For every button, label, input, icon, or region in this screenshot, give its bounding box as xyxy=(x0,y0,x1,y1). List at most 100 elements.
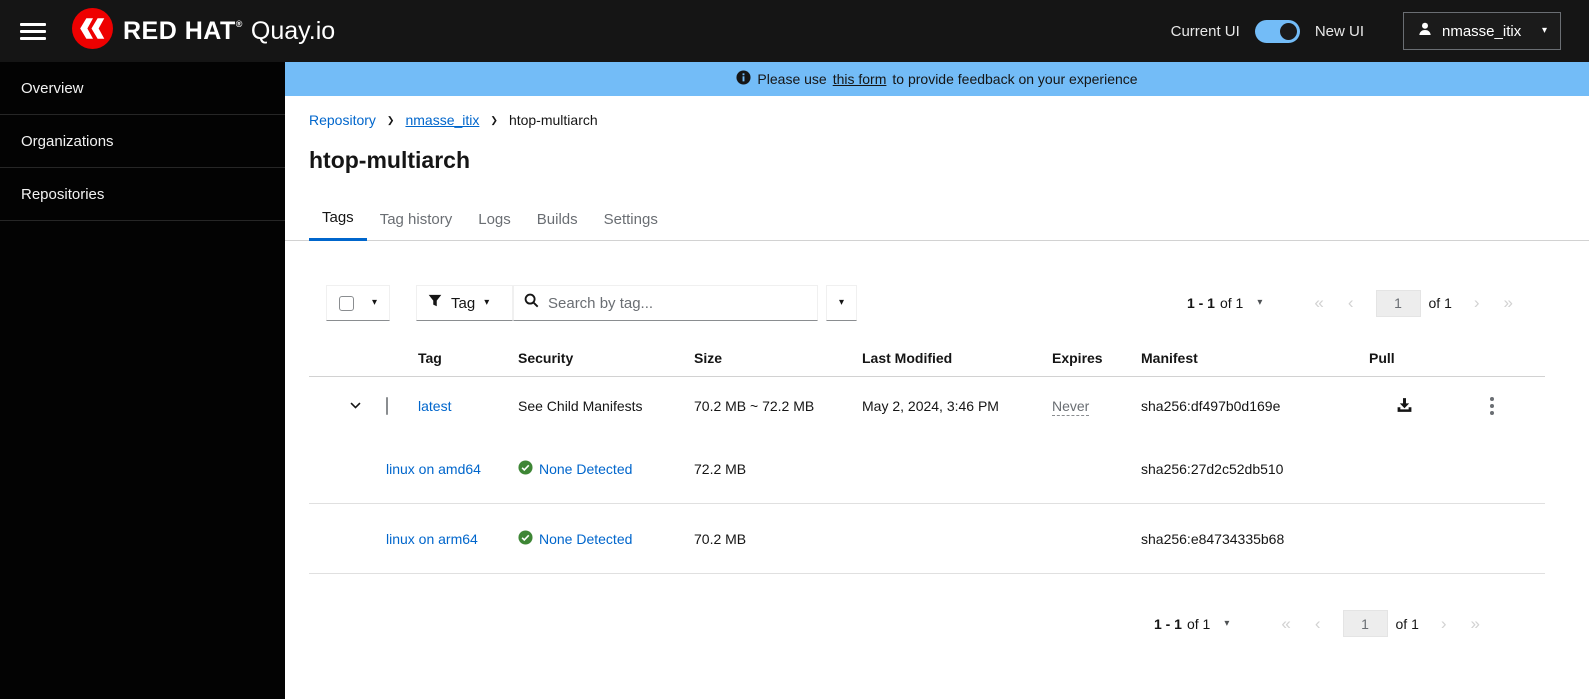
caret-down-icon: ▾ xyxy=(484,297,490,308)
top-bar: RED HAT® Quay.io Current UI New UI nmass… xyxy=(0,0,1589,62)
select-all-checkbox[interactable] xyxy=(339,295,354,311)
brand[interactable]: RED HAT® Quay.io xyxy=(72,8,335,54)
tag-link[interactable]: latest xyxy=(418,398,451,414)
page-count-label: of 1 xyxy=(1428,295,1452,311)
sidebar-nav: Overview Organizations Repositories xyxy=(0,62,285,699)
topbar-right: Current UI New UI nmasse_itix ▾ xyxy=(1171,12,1561,50)
download-icon[interactable] xyxy=(1396,397,1413,414)
search-box xyxy=(513,285,818,321)
page-title: htop-multiarch xyxy=(309,147,470,173)
manifest-cell: sha256:27d2c52db510 xyxy=(1141,460,1284,477)
tags-table: Tag Security Size Last Modified Expires … xyxy=(309,339,1545,574)
tab-tag-history[interactable]: Tag history xyxy=(367,199,466,241)
last-page-button[interactable]: » xyxy=(1459,614,1492,634)
column-header-pull: Pull xyxy=(1369,349,1395,366)
sidebar-item-overview[interactable]: Overview xyxy=(0,62,285,115)
ui-version-toggle[interactable] xyxy=(1254,19,1300,43)
caret-down-icon: ▾ xyxy=(1257,297,1263,308)
column-header-size: Size xyxy=(694,349,723,366)
main-area: Please use this form to provide feedback… xyxy=(285,62,1589,699)
pagination-nav: « ‹ 1 of 1 › » xyxy=(1269,610,1492,637)
filter-icon xyxy=(428,294,442,313)
security-cell: See Child Manifests xyxy=(518,397,643,414)
security-scan-link[interactable]: None Detected xyxy=(539,461,632,477)
filter-type-label: Tag xyxy=(451,294,476,312)
tab-settings[interactable]: Settings xyxy=(591,199,671,241)
filter-type-dropdown[interactable]: Tag ▾ xyxy=(416,285,513,321)
first-page-button[interactable]: « xyxy=(1302,293,1335,313)
row-checkbox[interactable] xyxy=(386,396,388,415)
caret-down-icon: ▾ xyxy=(838,297,845,308)
caret-down-icon: ▾ xyxy=(1541,25,1547,36)
caret-down-icon: ▾ xyxy=(1224,617,1230,629)
last-modified-cell: May 2, 2024, 3:46 PM xyxy=(862,397,999,414)
security-pass-icon xyxy=(518,459,533,478)
expires-cell[interactable]: Never xyxy=(1052,397,1090,416)
breadcrumb-separator-icon: ❯ xyxy=(490,114,498,125)
breadcrumb-current: htop-multiarch xyxy=(508,112,598,128)
size-cell: 70.2 MB ~ 72.2 MB xyxy=(694,397,815,414)
next-page-button[interactable]: › xyxy=(1429,614,1459,634)
table-header-row: Tag Security Size Last Modified Expires … xyxy=(309,339,1545,377)
tags-toolbar: ▾ Tag ▾ ▾ xyxy=(326,285,1525,321)
username: nmasse_itix xyxy=(1442,22,1522,40)
pagination-range: 1 - 1 xyxy=(1153,615,1182,632)
redhat-logo-icon xyxy=(72,8,113,54)
page-number-input[interactable]: 1 xyxy=(1375,289,1421,317)
collapse-row-chevron-icon[interactable] xyxy=(349,399,362,412)
bulk-select-dropdown[interactable]: ▾ xyxy=(326,285,390,321)
current-ui-label: Current UI xyxy=(1170,22,1240,40)
pagination-top: 1 - 1 of 1 ▾ « ‹ 1 of 1 › » xyxy=(1187,289,1525,317)
search-icon xyxy=(524,293,539,313)
page-number-input[interactable]: 1 xyxy=(1342,610,1388,637)
pagination-range-total: of 1 xyxy=(1219,295,1244,311)
prev-page-button[interactable]: ‹ xyxy=(1303,614,1333,634)
child-tag-link[interactable]: linux on arm64 xyxy=(386,531,478,547)
child-tag-link[interactable]: linux on amd64 xyxy=(386,461,481,477)
user-icon xyxy=(1417,21,1433,41)
expand-rows-dropdown[interactable]: ▾ xyxy=(826,285,857,321)
search-input[interactable] xyxy=(548,294,807,312)
user-menu[interactable]: nmasse_itix ▾ xyxy=(1403,12,1561,50)
sidebar-item-organizations[interactable]: Organizations xyxy=(0,115,285,168)
hamburger-menu-icon[interactable] xyxy=(20,22,46,40)
per-page-dropdown[interactable]: 1 - 1 of 1 ▾ xyxy=(1154,616,1229,632)
size-cell: 70.2 MB xyxy=(694,530,747,547)
security-scan-link[interactable]: None Detected xyxy=(539,531,632,547)
pagination-range: 1 - 1 xyxy=(1186,295,1215,311)
first-page-button[interactable]: « xyxy=(1269,614,1302,634)
pagination-range-total: of 1 xyxy=(1186,615,1211,632)
column-header-last-modified: Last Modified xyxy=(862,349,953,366)
filter-group: Tag ▾ xyxy=(416,285,818,321)
brand-product-text: Quay.io xyxy=(250,16,336,45)
banner-text-after: to provide feedback on your experience xyxy=(892,71,1138,87)
breadcrumb-separator-icon: ❯ xyxy=(386,114,395,125)
table-row: latest See Child Manifests 70.2 MB ~ 72.… xyxy=(309,377,1545,434)
per-page-dropdown[interactable]: 1 - 1 of 1 ▾ xyxy=(1187,295,1262,311)
column-header-security: Security xyxy=(518,349,574,366)
tab-builds[interactable]: Builds xyxy=(524,199,591,241)
column-header-expires: Expires xyxy=(1052,349,1103,366)
last-page-button[interactable]: » xyxy=(1492,293,1525,313)
size-cell: 72.2 MB xyxy=(694,460,747,477)
kebab-menu-icon[interactable] xyxy=(1482,393,1502,419)
prev-page-button[interactable]: ‹ xyxy=(1336,293,1366,313)
column-header-tag: Tag xyxy=(418,349,442,366)
brand-redhat-text: RED HAT® xyxy=(123,16,243,45)
page-count-label: of 1 xyxy=(1395,615,1419,632)
banner-text-before: Please use xyxy=(757,71,827,87)
feedback-banner: Please use this form to provide feedback… xyxy=(285,62,1589,96)
tab-logs[interactable]: Logs xyxy=(465,199,524,241)
table-row: linux on arm64 None Detected 70.2 MB sha… xyxy=(309,504,1545,574)
info-icon xyxy=(736,70,751,88)
registered-mark: ® xyxy=(235,18,243,29)
feedback-form-link[interactable]: this form xyxy=(833,71,887,87)
breadcrumb-repository[interactable]: Repository xyxy=(309,112,376,128)
sidebar-item-repositories[interactable]: Repositories xyxy=(0,168,285,221)
security-pass-icon xyxy=(518,529,533,548)
next-page-button[interactable]: › xyxy=(1462,293,1492,313)
manifest-cell: sha256:df497b0d169e xyxy=(1141,397,1281,414)
tab-tags[interactable]: Tags xyxy=(309,199,367,241)
pagination-nav: « ‹ 1 of 1 › » xyxy=(1302,289,1525,317)
breadcrumb-namespace[interactable]: nmasse_itix xyxy=(405,112,479,128)
